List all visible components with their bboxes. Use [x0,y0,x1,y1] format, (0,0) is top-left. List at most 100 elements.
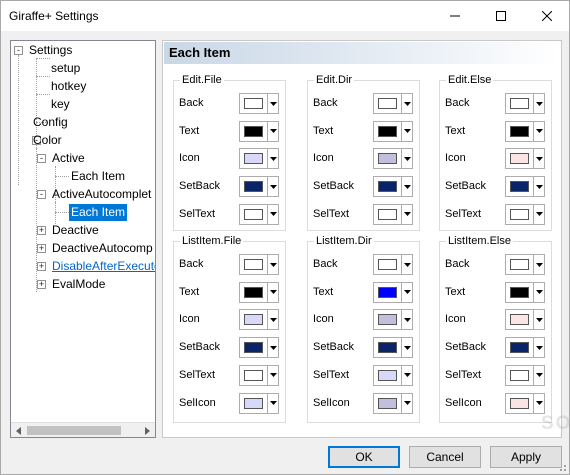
color-picker-back[interactable] [505,254,545,275]
tree-expander-active[interactable]: - [37,154,46,163]
tree-expander-activeautocomplete[interactable]: - [37,190,46,199]
color-picker-seltext[interactable] [505,364,545,386]
color-picker-back[interactable] [239,254,279,275]
color-dropdown-button[interactable] [268,254,279,275]
color-dropdown-button[interactable] [402,392,413,414]
color-swatch-button[interactable] [373,203,402,225]
color-swatch-button[interactable] [239,120,268,142]
color-picker-selicon[interactable] [505,392,545,414]
color-picker-text[interactable] [239,120,279,142]
tree-item-hotkey[interactable]: hotkey [51,78,86,95]
color-dropdown-button[interactable] [402,120,413,142]
tree-expander-deactive[interactable]: + [37,226,46,235]
tree-item-active-each-item[interactable]: Each Item [71,168,125,185]
title-bar[interactable]: Giraffe+ Settings [1,1,569,31]
color-picker-selicon[interactable] [239,392,279,414]
tree-item-deactive[interactable]: Deactive [52,222,99,239]
tree-item-key[interactable]: key [51,96,70,113]
color-swatch-button[interactable] [505,120,534,142]
color-swatch-button[interactable] [505,337,534,359]
resize-grip-icon[interactable] [557,462,567,472]
color-dropdown-button[interactable] [534,93,545,114]
color-swatch-button[interactable] [373,364,402,386]
color-swatch-button[interactable] [373,392,402,414]
color-swatch-button[interactable] [505,93,534,114]
tree-item-color[interactable]: Color [33,132,62,149]
color-picker-back[interactable] [239,93,279,114]
color-dropdown-button[interactable] [268,120,279,142]
color-swatch-button[interactable] [505,309,534,331]
color-swatch-button[interactable] [239,392,268,414]
color-picker-setback[interactable] [373,176,413,198]
color-swatch-button[interactable] [239,309,268,331]
color-swatch-button[interactable] [505,203,534,225]
color-picker-text[interactable] [505,281,545,303]
minimize-button[interactable] [432,1,477,31]
color-dropdown-button[interactable] [534,254,545,275]
color-swatch-button[interactable] [239,176,268,198]
color-dropdown-button[interactable] [402,93,413,114]
scroll-left-arrow-icon[interactable] [11,423,26,437]
close-button[interactable] [524,1,569,31]
color-swatch-button[interactable] [505,392,534,414]
color-dropdown-button[interactable] [534,392,545,414]
color-dropdown-button[interactable] [268,93,279,114]
color-dropdown-button[interactable] [534,281,545,303]
color-swatch-button[interactable] [505,148,534,170]
color-dropdown-button[interactable] [534,148,545,170]
tree-expander-disableafterexecute[interactable]: + [37,262,46,271]
settings-tree[interactable]: - Settings setup hotkey key Config - Col… [10,40,156,438]
color-dropdown-button[interactable] [534,203,545,225]
color-picker-icon[interactable] [239,309,279,331]
color-swatch-button[interactable] [239,254,268,275]
color-picker-setback[interactable] [239,337,279,359]
color-picker-seltext[interactable] [239,364,279,386]
tree-expander-deactiveautocomplete[interactable]: + [37,244,46,253]
color-dropdown-button[interactable] [402,254,413,275]
scroll-right-arrow-icon[interactable] [140,423,155,437]
color-dropdown-button[interactable] [402,309,413,331]
color-swatch-button[interactable] [505,176,534,198]
color-swatch-button[interactable] [373,176,402,198]
tree-item-activeautocomplete-each-item[interactable]: Each Item [69,204,128,221]
color-swatch-button[interactable] [373,309,402,331]
color-picker-icon[interactable] [505,309,545,331]
cancel-button[interactable]: Cancel [409,446,481,468]
color-swatch-button[interactable] [505,281,534,303]
color-picker-seltext[interactable] [239,203,279,225]
color-dropdown-button[interactable] [402,281,413,303]
color-swatch-button[interactable] [373,281,402,303]
color-swatch-button[interactable] [239,281,268,303]
apply-button[interactable]: Apply [490,446,562,468]
color-dropdown-button[interactable] [402,203,413,225]
color-dropdown-button[interactable] [402,364,413,386]
color-dropdown-button[interactable] [268,337,279,359]
color-picker-seltext[interactable] [373,203,413,225]
tree-horizontal-scrollbar[interactable] [11,422,155,437]
color-picker-setback[interactable] [505,176,545,198]
color-swatch-button[interactable] [239,148,268,170]
tree-item-config[interactable]: Config [33,114,68,131]
color-dropdown-button[interactable] [268,148,279,170]
tree-item-activeautocomplete[interactable]: ActiveAutocomplet [52,186,151,203]
color-dropdown-button[interactable] [534,176,545,198]
tree-item-settings[interactable]: Settings [29,42,72,59]
maximize-button[interactable] [478,1,523,31]
color-dropdown-button[interactable] [534,120,545,142]
ok-button[interactable]: OK [328,446,400,468]
tree-expander-evalmode[interactable]: + [37,280,46,289]
color-swatch-button[interactable] [239,337,268,359]
color-picker-setback[interactable] [373,337,413,359]
tree-item-active[interactable]: Active [52,150,85,167]
color-dropdown-button[interactable] [402,176,413,198]
color-picker-icon[interactable] [505,148,545,170]
color-picker-text[interactable] [373,281,413,303]
color-dropdown-button[interactable] [268,392,279,414]
color-picker-icon[interactable] [239,148,279,170]
color-swatch-button[interactable] [239,364,268,386]
color-picker-icon[interactable] [373,309,413,331]
color-swatch-button[interactable] [505,254,534,275]
color-picker-seltext[interactable] [373,364,413,386]
tree-item-evalmode[interactable]: EvalMode [52,276,105,293]
color-dropdown-button[interactable] [534,309,545,331]
